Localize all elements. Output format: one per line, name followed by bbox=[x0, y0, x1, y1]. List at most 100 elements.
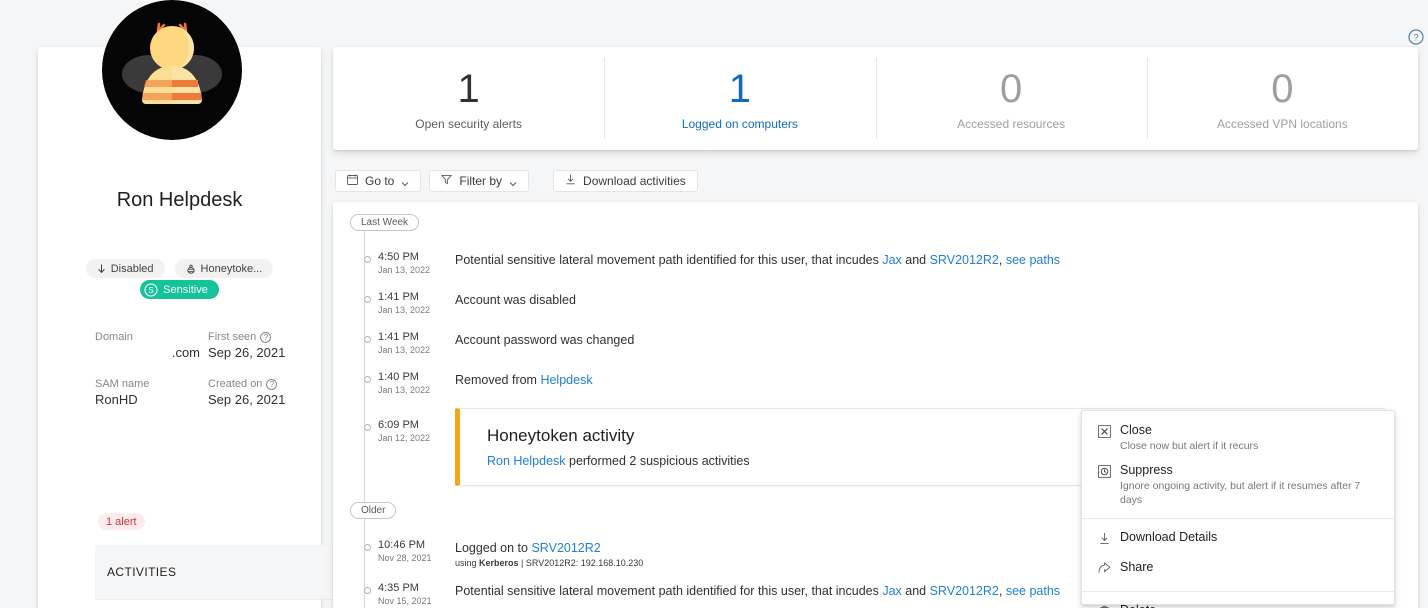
context-menu-close-desc: Close now but alert if it recurs bbox=[1120, 440, 1259, 452]
filter-by-label: Filter by bbox=[459, 174, 503, 188]
timeline-group-last-week: Last Week bbox=[350, 214, 420, 231]
context-menu-item-download-details[interactable]: Download Details bbox=[1082, 525, 1394, 555]
kpi-accessed-vpn-locations[interactable]: 0 Accessed VPN locations bbox=[1146, 47, 1418, 150]
timeline-dot-icon bbox=[364, 587, 371, 594]
tag-honeytoken[interactable]: Honeytoke... bbox=[174, 259, 274, 278]
detail-created-on: Created on ? Sep 26, 2021 bbox=[208, 378, 321, 407]
timeline-text-part: Logged on to bbox=[455, 541, 532, 555]
close-box-icon bbox=[1098, 422, 1120, 443]
profile-tag-row: Disabled Honeytoke... bbox=[38, 259, 321, 278]
kpi-logged-on-computers[interactable]: 1 Logged on computers bbox=[604, 47, 875, 150]
timeline-link-srv2012r2[interactable]: SRV2012R2 bbox=[531, 541, 600, 555]
alert-card-title: Honeytoken activity bbox=[487, 426, 635, 445]
timeline-subtext-protocol: Kerberos bbox=[479, 558, 519, 568]
timeline-rail bbox=[364, 228, 365, 608]
context-menu-item-share[interactable]: Share bbox=[1082, 555, 1394, 585]
tag-disabled-label: Disabled bbox=[110, 262, 154, 275]
share-icon bbox=[1098, 559, 1120, 580]
timeline-subtext-rest: | SRV2012R2: 192.168.10.230 bbox=[518, 558, 644, 568]
detail-sam-label: SAM name bbox=[95, 378, 150, 390]
detail-domain-label: Domain bbox=[95, 331, 133, 343]
tag-sensitive[interactable]: S Sensitive bbox=[140, 280, 219, 299]
suppress-clock-icon bbox=[1098, 462, 1120, 483]
timeline-dot-icon bbox=[364, 296, 371, 303]
context-menu-share-label: Share bbox=[1120, 560, 1154, 574]
avatar bbox=[102, 0, 256, 140]
timeline-text-part: Potential sensitive lateral movement pat… bbox=[455, 253, 883, 267]
honeytoken-icon bbox=[186, 264, 196, 274]
timeline-subtext-prefix: using bbox=[455, 558, 480, 568]
context-menu-divider bbox=[1082, 518, 1394, 519]
page-root: ? Ron Helpdesk Disabled Honeytoke... S S… bbox=[0, 0, 1428, 608]
profile-name: Ron Helpdesk bbox=[116, 189, 243, 211]
download-arrow-icon bbox=[565, 174, 576, 188]
download-activities-label: Download activities bbox=[583, 174, 686, 188]
timeline-link-srv2012r2[interactable]: SRV2012R2 bbox=[930, 584, 999, 598]
kpi-accessed-resources[interactable]: 0 Accessed resources bbox=[875, 47, 1147, 150]
kpi-accessed-vpn-locations-label: Accessed VPN locations bbox=[1217, 116, 1348, 131]
timeline-text: Potential sensitive lateral movement pat… bbox=[455, 252, 1355, 268]
funnel-icon bbox=[441, 174, 453, 188]
context-menu-item-suppress[interactable]: Suppress Ignore ongoing activity, but al… bbox=[1082, 458, 1394, 512]
profile-sensitive-row: S Sensitive bbox=[38, 280, 321, 299]
detail-created-value: Sep 26, 2021 bbox=[208, 392, 286, 407]
timeline-link-jax[interactable]: Jax bbox=[882, 253, 901, 267]
context-menu-divider bbox=[1082, 591, 1394, 592]
go-to-label: Go to bbox=[365, 174, 395, 188]
timeline-text-part: Potential sensitive lateral movement pat… bbox=[455, 584, 883, 598]
sidebar-item-directory-data[interactable]: DIRECTORY DATA bbox=[95, 600, 340, 608]
help-icon[interactable]: ? bbox=[1408, 29, 1424, 45]
kpi-open-security-alerts-value: 1 bbox=[457, 66, 480, 111]
alert-count-badge: 1 alert bbox=[98, 513, 145, 530]
timeline-link-see-paths[interactable]: see paths bbox=[1006, 584, 1060, 598]
detail-domain-value: .com bbox=[171, 345, 200, 360]
kpi-logged-on-computers-value: 1 bbox=[728, 66, 751, 111]
timeline-dot-icon bbox=[364, 544, 371, 551]
timeline-text-part: and bbox=[901, 584, 930, 598]
timeline-link-see-paths[interactable]: see paths bbox=[1006, 253, 1060, 267]
calendar-icon bbox=[347, 174, 358, 188]
detail-domain: Domain .com bbox=[95, 331, 208, 360]
info-icon[interactable]: ? bbox=[260, 331, 272, 343]
kpi-open-security-alerts-label: Open security alerts bbox=[415, 116, 522, 131]
alert-context-menu: Close Close now but alert if it recurs S… bbox=[1081, 410, 1395, 608]
kpi-open-security-alerts[interactable]: 1 Open security alerts bbox=[333, 47, 604, 150]
activity-toolbar: Go to Filter by Download activities bbox=[335, 170, 706, 192]
timeline-text-part: , bbox=[998, 253, 1006, 267]
timeline-text: Account password was changed bbox=[455, 333, 635, 347]
tag-honeytoken-label: Honeytoke... bbox=[200, 262, 263, 275]
timeline-link-srv2012r2[interactable]: SRV2012R2 bbox=[930, 253, 999, 267]
sidebar-item-activities[interactable]: ACTIVITIES bbox=[95, 545, 340, 600]
timeline-text: Removed from Helpdesk bbox=[455, 372, 1355, 388]
avatar-circle bbox=[102, 0, 242, 140]
download-activities-button[interactable]: Download activities bbox=[553, 170, 698, 192]
go-to-button[interactable]: Go to bbox=[335, 170, 422, 192]
kpi-accessed-resources-value: 0 bbox=[1000, 66, 1023, 111]
context-menu-suppress-label: Suppress bbox=[1120, 463, 1173, 477]
context-menu-item-delete[interactable]: Delete Delete this alert bbox=[1082, 598, 1394, 608]
trash-icon bbox=[1098, 602, 1120, 608]
context-menu-close-label: Close bbox=[1120, 423, 1152, 437]
timeline-link-helpdesk[interactable]: Helpdesk bbox=[540, 373, 592, 387]
kpi-accessed-resources-label: Accessed resources bbox=[957, 116, 1066, 131]
tag-disabled[interactable]: Disabled bbox=[85, 259, 165, 278]
alert-card-desc-rest: performed 2 suspicious activities bbox=[565, 454, 750, 468]
alert-card-description: Ron Helpdesk performed 2 suspicious acti… bbox=[487, 454, 750, 468]
svg-text:?: ? bbox=[1413, 33, 1418, 43]
kpi-logged-on-computers-label: Logged on computers bbox=[681, 116, 798, 131]
timeline-group-older: Older bbox=[350, 502, 397, 519]
detail-sam-value: RonHD bbox=[95, 392, 138, 407]
context-menu-delete-label: Delete bbox=[1120, 602, 1380, 608]
detail-first-seen: First seen ? Sep 26, 2021 bbox=[208, 331, 321, 360]
info-icon[interactable]: ? bbox=[266, 378, 278, 390]
timeline-text-part: Removed from bbox=[455, 373, 541, 387]
context-menu-item-close[interactable]: Close Close now but alert if it recurs bbox=[1082, 418, 1394, 458]
filter-by-button[interactable]: Filter by bbox=[429, 170, 530, 192]
svg-text:S: S bbox=[149, 286, 154, 295]
timeline-dot-icon bbox=[364, 256, 371, 263]
sidebar-item-activities-label: ACTIVITIES bbox=[107, 565, 177, 579]
timeline-link-jax[interactable]: Jax bbox=[882, 584, 901, 598]
alert-card-actor-link[interactable]: Ron Helpdesk bbox=[487, 454, 566, 468]
context-menu-suppress-desc: Ignore ongoing activity, but alert if it… bbox=[1120, 480, 1361, 506]
timeline-text: Account was disabled bbox=[455, 293, 576, 307]
